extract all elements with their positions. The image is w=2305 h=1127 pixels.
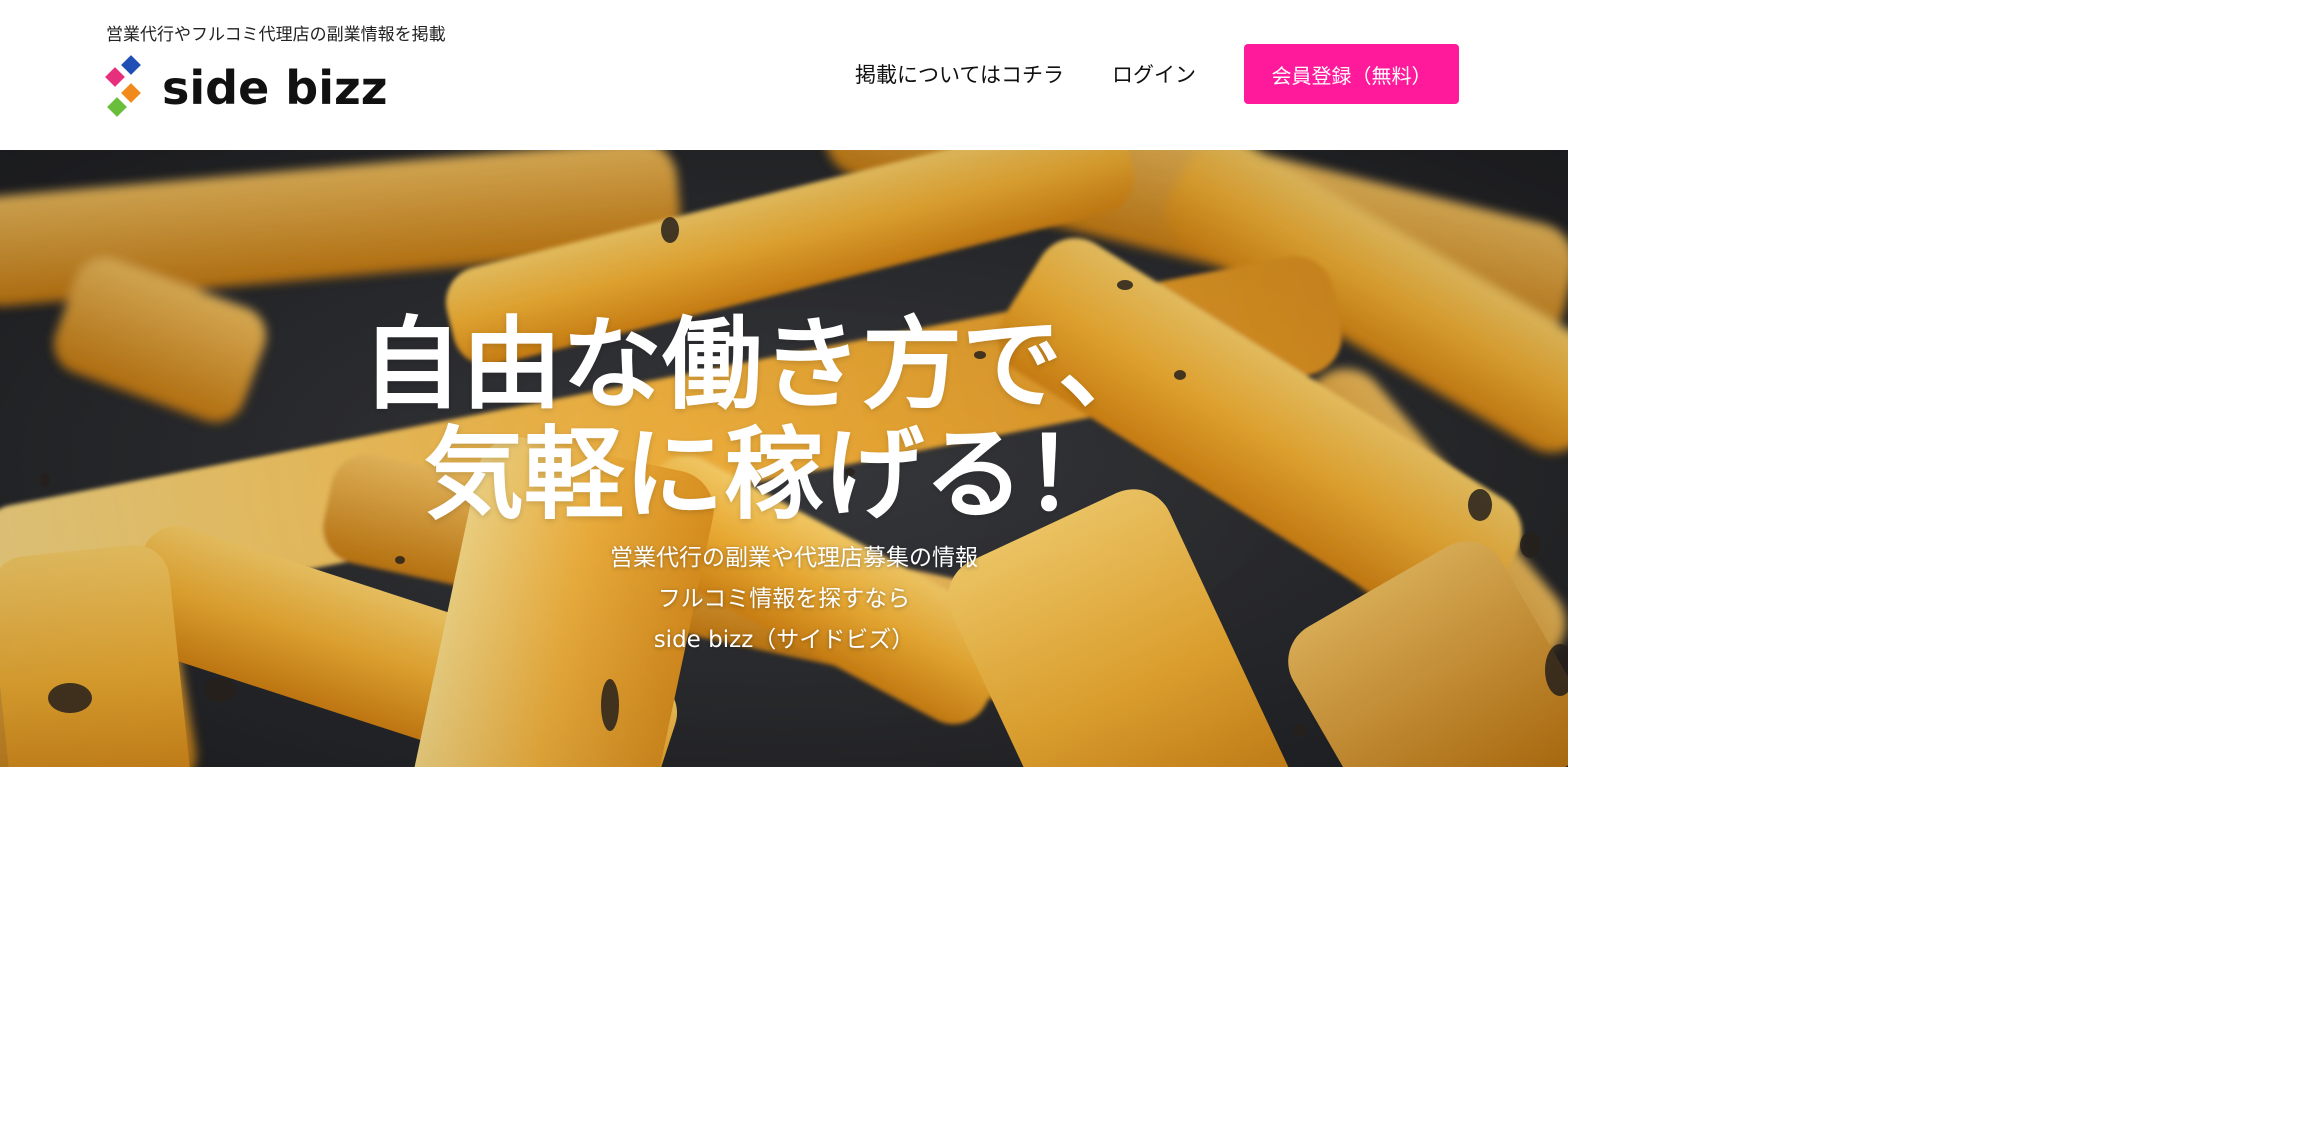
logo-diamond-blue [121, 55, 141, 75]
hero-headline-line1: 自由な働き方で、 [362, 306, 1158, 423]
logo-diamond-green [107, 97, 127, 117]
logo-diamond-pink [105, 67, 125, 87]
site-tagline: 営業代行やフルコミ代理店の副業情報を掲載 [106, 25, 446, 45]
hero-subtext-line2: フルコミ情報を探すなら [657, 586, 911, 612]
hero-subtext-line3: side bizz（サイドビズ） [653, 627, 915, 653]
logo-diamond-orange [121, 83, 141, 103]
hero-headline-line2: 気軽に稼げる！ [424, 416, 1124, 533]
hero-subtext-line1: 営業代行の副業や代理店募集の情報 [610, 545, 978, 571]
hero-section: 自由な働き方で、 気軽に稼げる！ 営業代行の副業や代理店募集の情報 フルコミ情報… [0, 150, 1568, 767]
register-button[interactable]: 会員登録（無料） [1244, 44, 1459, 104]
main-nav: 掲載についてはコチラ ログイン 会員登録（無料） [855, 44, 1459, 104]
logo-wordmark: side bizz [162, 61, 388, 115]
nav-link-login[interactable]: ログイン [1112, 59, 1196, 89]
site-logo[interactable]: side bizz [105, 55, 388, 120]
nav-link-listing[interactable]: 掲載についてはコチラ [855, 59, 1064, 89]
logo-mark-icon [105, 55, 142, 120]
site-header: 営業代行やフルコミ代理店の副業情報を掲載 side bizz 掲載についてはコチ… [0, 0, 1568, 150]
